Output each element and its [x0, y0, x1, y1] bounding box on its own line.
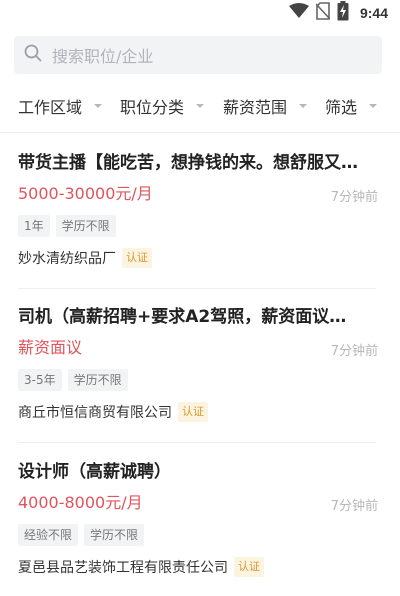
job-title: 带货主播【能吃苦，想挣钱的来。想舒服又... [18, 153, 360, 173]
verified-badge: 认证 [234, 557, 264, 577]
verified-badge: 认证 [178, 402, 208, 422]
divider [18, 288, 376, 289]
company-name: 夏邑县品艺装饰工程有限责任公司 [18, 560, 228, 576]
tag-education: 学历不限 [67, 369, 128, 391]
search-icon [24, 44, 52, 66]
filter-more[interactable]: 筛选 [325, 96, 378, 117]
job-card[interactable]: 设计师（高薪诚聘） 4000-8000元/月 7分钟前 经验不限 学历不限 夏邑… [18, 461, 378, 578]
filter-label: 工作区域 [18, 98, 83, 117]
job-title: 司机（高薪招聘+要求A2驾照，薪资面议，半... [18, 307, 360, 327]
job-tags: 1年 学历不限 [18, 215, 378, 237]
caret-down-icon [196, 104, 205, 108]
status-time: 9:44 [359, 5, 388, 21]
job-salary: 薪资面议 [18, 338, 83, 357]
company-name: 妙水清纺织品厂 [18, 251, 116, 267]
company-row: 夏邑县品艺装饰工程有限责任公司 认证 [18, 556, 378, 578]
company-name: 商丘市恒信商贸有限公司 [18, 405, 172, 421]
filter-area[interactable]: 工作区域 [18, 96, 103, 117]
status-bar: 9:44 [0, 0, 400, 26]
divider [18, 442, 376, 443]
caret-down-icon [299, 104, 308, 108]
company-row: 妙水清纺织品厂 认证 [18, 247, 378, 269]
divider [0, 132, 400, 133]
status-icons: 9:44 [288, 1, 388, 25]
job-time: 7分钟前 [330, 190, 378, 205]
verified-badge: 认证 [122, 248, 152, 268]
filter-category[interactable]: 职位分类 [120, 96, 205, 117]
caret-down-icon [369, 104, 378, 108]
salary-row: 4000-8000元/月 7分钟前 [18, 492, 378, 514]
job-card[interactable]: 司机（高薪招聘+要求A2驾照，薪资面议，半... 薪资面议 7分钟前 3-5年 … [18, 306, 378, 423]
filter-label: 筛选 [325, 98, 358, 117]
job-card[interactable]: 带货主播【能吃苦，想挣钱的来。想舒服又... 5000-30000元/月 7分钟… [18, 152, 378, 269]
caret-down-icon [94, 104, 103, 108]
tag-experience: 1年 [18, 215, 50, 237]
wifi-icon [288, 3, 309, 23]
battery-charging-icon [337, 1, 349, 25]
no-sim-icon [315, 2, 331, 24]
company-row: 商丘市恒信商贸有限公司 认证 [18, 401, 378, 423]
filter-bar: 工作区域 职位分类 薪资范围 筛选 [0, 88, 400, 124]
filter-label: 薪资范围 [223, 98, 288, 117]
tag-experience: 经验不限 [18, 524, 79, 546]
tag-education: 学历不限 [55, 215, 116, 237]
job-tags: 3-5年 学历不限 [18, 369, 378, 391]
job-salary: 5000-30000元/月 [18, 184, 153, 203]
search-input[interactable]: 搜索职位/企业 [14, 36, 382, 74]
job-time: 7分钟前 [330, 344, 378, 359]
filter-label: 职位分类 [120, 98, 185, 117]
tag-experience: 3-5年 [18, 369, 62, 391]
salary-row: 5000-30000元/月 7分钟前 [18, 183, 378, 205]
filter-salary[interactable]: 薪资范围 [223, 96, 308, 117]
tag-education: 学历不限 [84, 524, 145, 546]
job-salary: 4000-8000元/月 [18, 493, 143, 512]
job-time: 7分钟前 [330, 499, 378, 514]
search-placeholder: 搜索职位/企业 [52, 47, 154, 66]
job-tags: 经验不限 学历不限 [18, 524, 378, 546]
job-title: 设计师（高薪诚聘） [18, 462, 171, 482]
salary-row: 薪资面议 7分钟前 [18, 337, 378, 359]
